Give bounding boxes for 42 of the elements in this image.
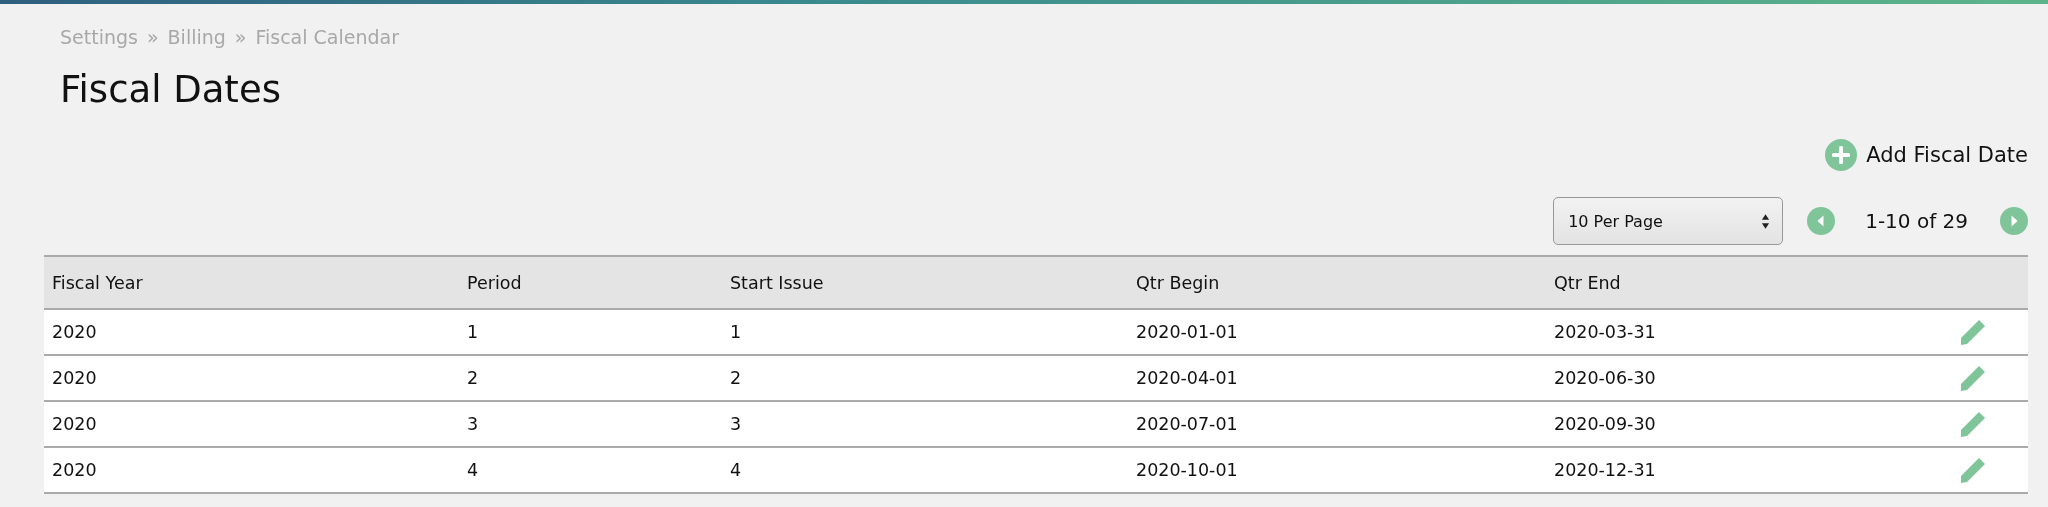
- column-header: Qtr Begin: [1128, 256, 1546, 309]
- add-fiscal-date-button[interactable]: Add Fiscal Date: [1825, 139, 2028, 171]
- table-cell: 4: [459, 447, 722, 493]
- breadcrumb-separator: »: [234, 26, 247, 48]
- table-cell: 2020-06-30: [1546, 355, 1952, 401]
- table-cell: 2: [722, 355, 1128, 401]
- plus-icon: [1825, 139, 1858, 171]
- table-cell: 2020-10-01: [1128, 447, 1546, 493]
- column-header: Fiscal Year: [44, 256, 459, 309]
- sort-arrows-icon: [1761, 212, 1771, 230]
- table-cell: 2020-09-30: [1546, 401, 1952, 447]
- table-cell: 3: [722, 401, 1128, 447]
- column-header: Period: [459, 256, 722, 309]
- breadcrumb-link[interactable]: Billing: [167, 26, 226, 48]
- previous-page-button[interactable]: [1807, 207, 1836, 235]
- table-cell: 4: [722, 447, 1128, 493]
- table-cell: 2020-03-31: [1546, 309, 1952, 355]
- pencil-icon[interactable]: [1960, 318, 1986, 346]
- table-cell: 2020-12-31: [1546, 447, 1952, 493]
- page-title: Fiscal Dates: [60, 68, 282, 111]
- breadcrumb-separator: »: [146, 26, 159, 48]
- table-cell: 1: [459, 309, 722, 355]
- table-cell: 2020: [44, 401, 459, 447]
- table-cell: 1: [722, 309, 1128, 355]
- table-cell: 3: [459, 401, 722, 447]
- table-cell: 2020: [44, 447, 459, 493]
- table-cell: 2: [459, 355, 722, 401]
- table-cell: 2020-01-01: [1128, 309, 1546, 355]
- table-cell: 2020: [44, 355, 459, 401]
- pencil-icon[interactable]: [1960, 364, 1986, 392]
- pencil-icon[interactable]: [1960, 410, 1986, 438]
- breadcrumb-link[interactable]: Fiscal Calendar: [255, 26, 400, 48]
- column-header: Qtr End: [1546, 256, 1952, 309]
- pencil-icon[interactable]: [1960, 456, 1986, 484]
- table-cell: 2020-07-01: [1128, 401, 1546, 447]
- per-page-select[interactable]: 10 Per Page: [1553, 197, 1784, 245]
- table-cell: 2020-04-01: [1128, 355, 1546, 401]
- table-cell: 2020: [44, 309, 459, 355]
- page-range: 1-10 of 29: [1865, 209, 1968, 233]
- next-page-button[interactable]: [2000, 207, 2028, 235]
- column-header: Start Issue: [722, 256, 1128, 309]
- breadcrumb-link[interactable]: Settings: [60, 26, 138, 48]
